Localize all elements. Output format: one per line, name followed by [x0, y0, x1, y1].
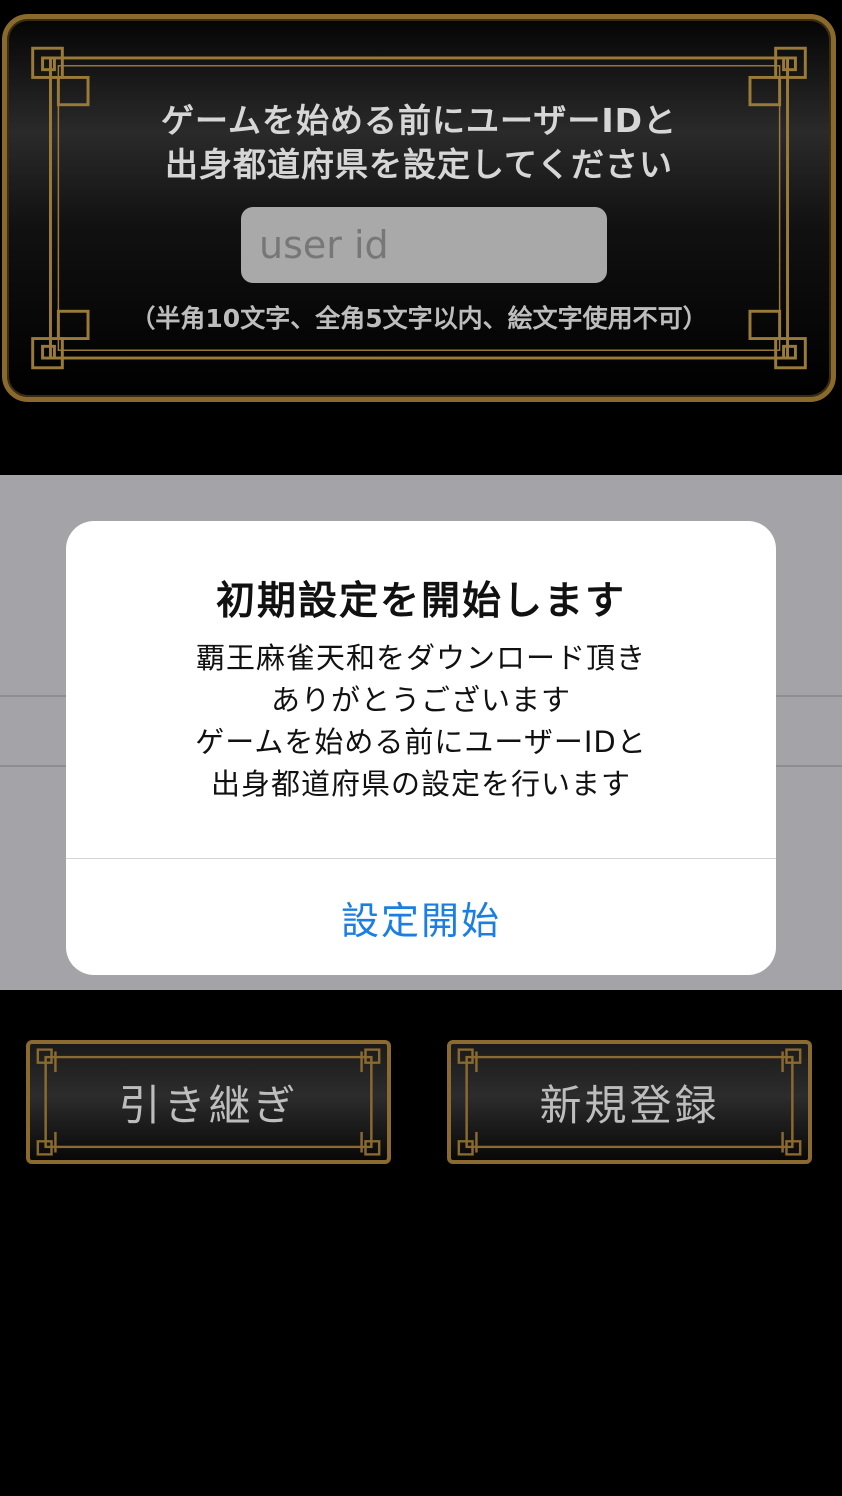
game-screen: ゲームを始める前にユーザーIDと 出身都道府県を設定してください （半角10文字… [0, 0, 842, 1496]
alert-message-line: ゲームを始める前にユーザーIDと [195, 725, 647, 759]
alert-message-line: ありがとうございます [270, 683, 571, 717]
transfer-account-button[interactable]: 引き継ぎ [26, 1040, 391, 1164]
initial-setup-alert: 初期設定を開始します 覇王麻雀天和をダウンロード頂き ありがとうございます ゲー… [66, 521, 776, 975]
alert-message: 覇王麻雀天和をダウンロード頂き ありがとうございます ゲームを始める前にユーザー… [66, 637, 776, 805]
setup-title-line-2: 出身都道府県を設定してください [164, 145, 674, 184]
new-registration-button[interactable]: 新規登録 [447, 1040, 812, 1164]
transfer-account-label: 引き継ぎ [118, 1080, 299, 1130]
alert-message-line: 出身都道府県の設定を行います [210, 767, 631, 801]
alert-title: 初期設定を開始します [215, 579, 626, 624]
setup-instruction-title: ゲームを始める前にユーザーIDと 出身都道府県を設定してください [7, 99, 831, 187]
setup-title-line-1: ゲームを始める前にユーザーIDと [160, 101, 678, 140]
start-setup-button[interactable]: 設定開始 [66, 859, 776, 975]
alert-message-line: 覇王麻雀天和をダウンロード頂き [195, 641, 646, 675]
user-id-constraint-note: （半角10文字、全角5文字以内、絵文字使用不可） [130, 304, 708, 333]
user-id-input[interactable] [241, 207, 607, 283]
user-setup-panel: ゲームを始める前にユーザーIDと 出身都道府県を設定してください （半角10文字… [2, 14, 836, 402]
new-registration-label: 新規登録 [539, 1080, 720, 1130]
